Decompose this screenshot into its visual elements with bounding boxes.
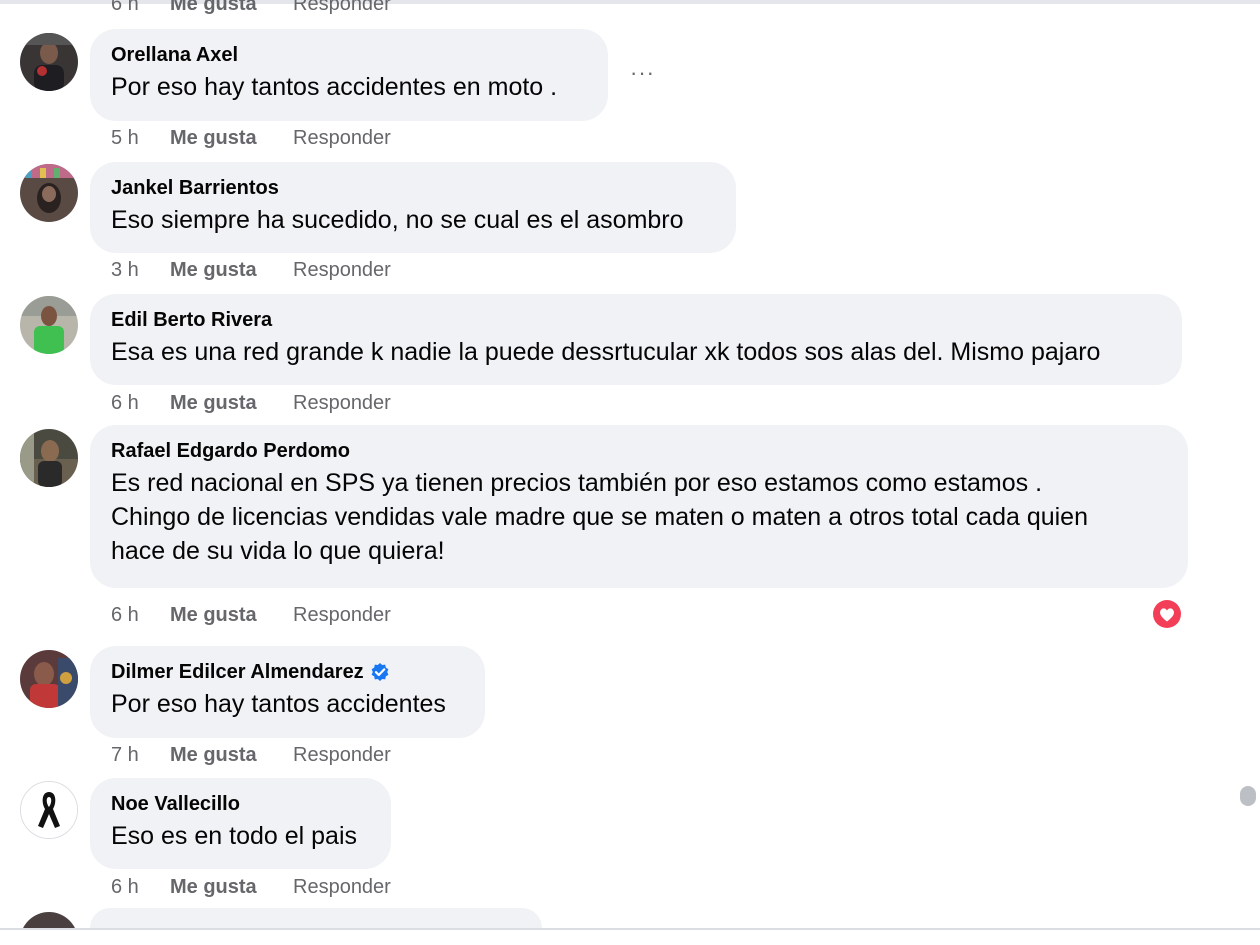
comment-time[interactable]: 6 h [111, 876, 170, 899]
comment-time[interactable]: 7 h [111, 744, 170, 767]
reply-button[interactable]: Responder [293, 744, 391, 767]
comment-actions: 3 h Me gusta Responder [111, 259, 391, 282]
comment-author[interactable]: Rafael Edgardo Perdomo [111, 439, 1166, 463]
reply-button[interactable]: Responder [293, 259, 391, 282]
comment-time[interactable]: 5 h [111, 127, 170, 150]
comment-author[interactable]: Noe Vallecillo [111, 792, 369, 816]
comment-actions: 7 h Me gusta Responder [111, 744, 391, 767]
comment-actions: 6 h Me gusta Responder [111, 604, 391, 627]
comment-actions: 6 h Me gusta Responder [111, 876, 391, 899]
comment-text: Esa es una red grande k nadie la puede d… [111, 338, 1101, 366]
comment-author[interactable]: Orellana Axel [111, 43, 586, 67]
love-reaction-icon[interactable] [1150, 597, 1184, 631]
avatar[interactable] [20, 429, 78, 487]
comment-text: Eso es en todo el pais [111, 822, 357, 850]
avatar[interactable] [20, 781, 78, 839]
like-button[interactable]: Me gusta [170, 127, 293, 150]
comment-time[interactable]: 3 h [111, 259, 170, 282]
reply-button[interactable]: Responder [293, 876, 391, 899]
comment-text: Es red nacional en SPS ya tienen precios… [111, 469, 1088, 565]
comment-time[interactable]: 6 h [111, 392, 170, 415]
comment-bubble: Rafael Edgardo Perdomo Es red nacional e… [90, 425, 1188, 588]
comment-actions: 6 h Me gusta Responder [111, 0, 391, 16]
comments-feed: 6 h Me gusta Responder Orellana Axel Por… [0, 0, 1260, 945]
comment-author[interactable]: Dilmer Edilcer Almendarez [111, 660, 364, 684]
more-options-icon[interactable]: ··· [630, 60, 655, 86]
comment-text: Eso siempre ha sucedido, no se cual es e… [111, 206, 684, 234]
like-button[interactable]: Me gusta [170, 744, 293, 767]
avatar[interactable] [20, 164, 78, 222]
reply-button[interactable]: Responder [293, 604, 391, 627]
reply-button[interactable]: Responder [293, 392, 391, 415]
comment-author-row: Dilmer Edilcer Almendarez [111, 660, 463, 684]
comment-actions: 5 h Me gusta Responder [111, 127, 391, 150]
like-button[interactable]: Me gusta [170, 876, 293, 899]
reply-button[interactable]: Responder [293, 127, 391, 150]
comment-bubble: Orellana Axel Por eso hay tantos acciden… [90, 29, 608, 121]
avatar[interactable] [20, 296, 78, 354]
avatar[interactable] [20, 650, 78, 708]
like-button[interactable]: Me gusta [170, 259, 293, 282]
like-button[interactable]: Me gusta [170, 392, 293, 415]
comment-time[interactable]: 6 h [111, 0, 170, 16]
comment-actions: 6 h Me gusta Responder [111, 392, 391, 415]
verified-badge-icon [370, 662, 390, 682]
scrollbar-thumb[interactable] [1240, 786, 1256, 806]
comment-author[interactable]: Edil Berto Rivera [111, 308, 1160, 332]
comment-text: Por eso hay tantos accidentes en moto . [111, 73, 558, 101]
reply-button[interactable]: Responder [293, 0, 391, 16]
avatar[interactable] [20, 33, 78, 91]
comment-text: Por eso hay tantos accidentes [111, 690, 446, 718]
like-button[interactable]: Me gusta [170, 0, 293, 16]
comment-time[interactable]: 6 h [111, 604, 170, 627]
like-button[interactable]: Me gusta [170, 604, 293, 627]
comment-bubble: Jankel Barrientos Eso siempre ha sucedid… [90, 162, 736, 253]
comment-bubble: Noe Vallecillo Eso es en todo el pais [90, 778, 391, 869]
comment-bubble: Edil Berto Rivera Esa es una red grande … [90, 294, 1182, 385]
comment-bubble: Dilmer Edilcer Almendarez Por eso hay ta… [90, 646, 485, 738]
comment-author[interactable]: Jankel Barrientos [111, 176, 714, 200]
